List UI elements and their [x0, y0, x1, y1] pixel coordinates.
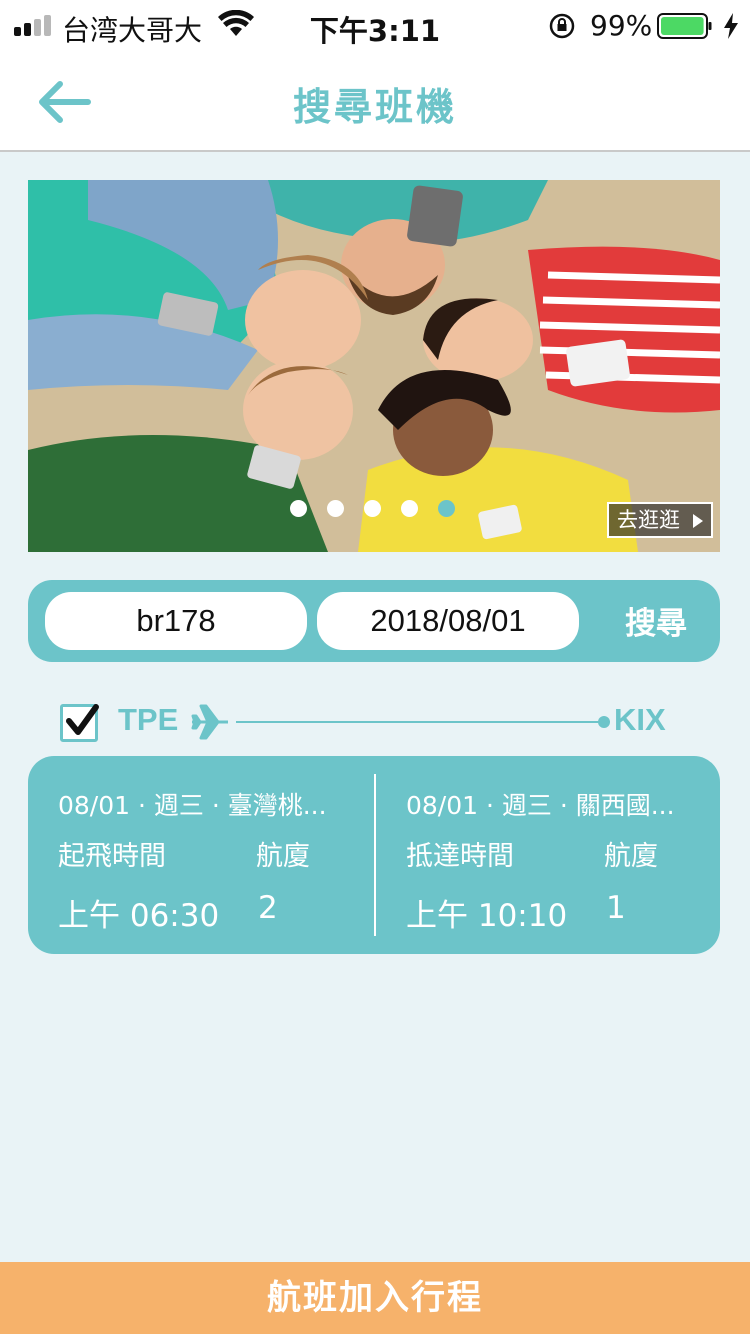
arrival-time-label: 抵達時間: [406, 841, 514, 872]
page-title: 搜尋班機: [292, 85, 457, 129]
checkmark-icon: [66, 704, 99, 735]
arrival-date: 08/01 · 週三 · 關西國...: [406, 791, 675, 820]
banner-photo: [28, 180, 720, 552]
route-end-dot: [598, 716, 610, 728]
explore-label: 去逛逛: [617, 508, 680, 532]
orientation-lock-icon: [549, 13, 575, 39]
promo-banner[interactable]: 去逛逛: [28, 180, 720, 552]
carousel-dot[interactable]: [401, 500, 418, 517]
battery-percent: 99%: [590, 9, 653, 42]
arrival-info: 08/01 · 週三 · 關西國... 抵達時間 航廈 上午 10:10 1: [406, 756, 726, 954]
nav-bar: 搜尋班機: [0, 52, 750, 152]
play-arrow-icon: [693, 514, 703, 528]
search-bar: 搜尋: [28, 580, 720, 662]
carousel-dot-active[interactable]: [438, 500, 455, 517]
departure-info: 08/01 · 週三 · 臺灣桃... 起飛時間 航廈 上午 06:30 2: [58, 756, 378, 954]
arrival-terminal: 1: [606, 890, 626, 926]
battery-icon: [657, 13, 712, 39]
flight-number-input[interactable]: [45, 592, 307, 650]
carousel-dot[interactable]: [290, 500, 307, 517]
departure-time: 上午 06:30: [58, 898, 220, 934]
origin-airport-code: TPE: [118, 702, 179, 737]
departure-time-label: 起飛時間: [58, 841, 166, 872]
card-divider: [374, 774, 376, 936]
status-bar: 台湾大哥大 下午3:11 99%: [0, 0, 750, 52]
route-line: [236, 721, 602, 723]
route-row: TPE KIX: [0, 700, 750, 744]
explore-button[interactable]: 去逛逛: [607, 502, 713, 538]
arrival-time: 上午 10:10: [406, 898, 568, 934]
carousel-dot[interactable]: [327, 500, 344, 517]
flight-card[interactable]: 08/01 · 週三 · 臺灣桃... 起飛時間 航廈 上午 06:30 2 0…: [28, 756, 720, 954]
add-to-itinerary-button[interactable]: 航班加入行程: [0, 1262, 750, 1334]
arrival-terminal-label: 航廈: [604, 841, 658, 872]
departure-terminal-label: 航廈: [256, 841, 310, 872]
destination-airport-code: KIX: [614, 702, 666, 737]
departure-date: 08/01 · 週三 · 臺灣桃...: [58, 791, 327, 820]
departure-terminal: 2: [258, 890, 278, 926]
airplane-icon: [191, 704, 228, 740]
route-checkbox[interactable]: [60, 704, 99, 742]
search-button[interactable]: 搜尋: [606, 598, 706, 644]
carousel-dot[interactable]: [364, 500, 381, 517]
charging-icon: [724, 13, 738, 39]
date-input[interactable]: [317, 592, 579, 650]
